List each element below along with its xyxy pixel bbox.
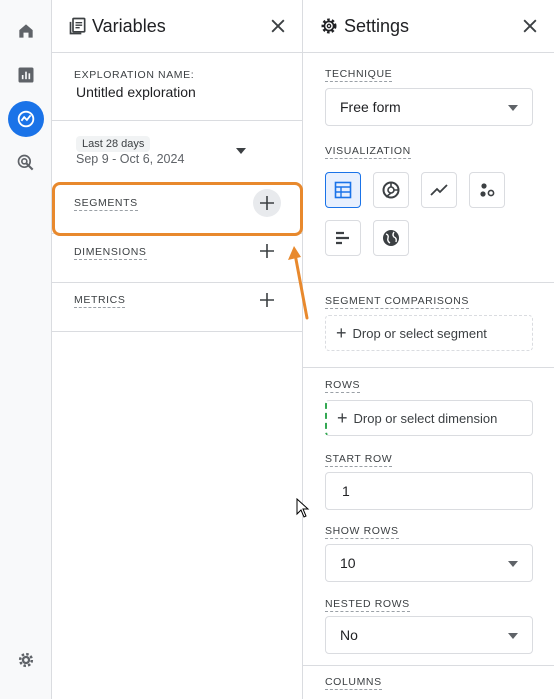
settings-gear-icon[interactable] (8, 642, 44, 678)
columns-label: COLUMNS (325, 676, 382, 690)
nested-rows-select[interactable]: No (325, 616, 533, 654)
add-metric-button[interactable] (253, 286, 281, 314)
variables-icon (69, 17, 86, 35)
nested-rows-value: No (340, 627, 358, 643)
divider (303, 665, 554, 666)
variables-panel: Variables EXPLORATION NAME: Untitled exp… (52, 0, 303, 699)
divider (52, 331, 302, 332)
settings-title: Settings (344, 16, 410, 36)
rows-drop-zone[interactable]: + Drop or select dimension (325, 400, 533, 436)
viz-bar-button[interactable] (325, 220, 361, 256)
viz-line-button[interactable] (421, 172, 457, 208)
advertising-icon[interactable] (8, 145, 44, 181)
globe-icon (383, 230, 399, 246)
metrics-label: METRICS (74, 294, 126, 308)
show-rows-value: 10 (340, 555, 356, 571)
scatter-plot-icon (480, 183, 495, 197)
dimensions-label: DIMENSIONS (74, 246, 147, 260)
plus-icon (260, 244, 274, 258)
start-row-input[interactable]: 1 (325, 472, 533, 510)
viz-scatter-button[interactable] (469, 172, 505, 208)
plus-icon (260, 293, 274, 307)
settings-header: Settings (303, 0, 554, 53)
technique-label: TECHNIQUE (325, 68, 393, 82)
divider (52, 120, 302, 121)
settings-icon (321, 18, 337, 34)
plus-icon: + (336, 322, 347, 343)
segments-highlight-box (52, 182, 303, 236)
close-icon[interactable] (520, 16, 540, 36)
explore-icon[interactable] (8, 101, 44, 137)
exploration-name-input[interactable]: Untitled exploration (76, 84, 196, 100)
divider (52, 282, 302, 283)
chevron-down-icon[interactable] (236, 148, 246, 154)
visualization-label: VISUALIZATION (325, 145, 411, 159)
bar-chart-icon (336, 231, 349, 245)
show-rows-select[interactable]: 10 (325, 544, 533, 582)
segment-drop-zone[interactable]: + Drop or select segment (325, 315, 533, 351)
divider (303, 367, 554, 368)
divider (303, 282, 554, 283)
show-rows-label: SHOW ROWS (325, 525, 399, 539)
table-icon (334, 181, 352, 199)
rows-drop-label: Drop or select dimension (353, 410, 498, 426)
viz-table-button[interactable] (325, 172, 361, 208)
chevron-down-icon (508, 105, 518, 111)
mouse-cursor-icon (296, 498, 310, 518)
segment-drop-label: Drop or select segment (352, 325, 487, 341)
variables-header: Variables (52, 0, 302, 53)
rows-label: ROWS (325, 379, 361, 393)
start-row-label: START ROW (325, 453, 393, 467)
chevron-down-icon (508, 561, 518, 567)
reports-icon[interactable] (8, 57, 44, 93)
viz-donut-button[interactable] (373, 172, 409, 208)
add-dimension-button[interactable] (253, 237, 281, 265)
exploration-name-label: EXPLORATION NAME: (74, 69, 195, 81)
plus-icon: + (337, 407, 348, 428)
technique-select[interactable]: Free form (325, 88, 533, 126)
date-preset-chip: Last 28 days (76, 136, 151, 152)
settings-panel: Settings TECHNIQUE Free form VISUALIZATI… (303, 0, 554, 699)
viz-geo-button[interactable] (373, 220, 409, 256)
technique-value: Free form (340, 99, 401, 115)
line-chart-icon (430, 184, 448, 196)
segment-comparisons-label: SEGMENT COMPARISONS (325, 295, 470, 309)
chevron-down-icon (508, 633, 518, 639)
home-icon[interactable] (8, 13, 44, 49)
variables-title: Variables (92, 16, 166, 36)
arrow-annotation (288, 246, 309, 320)
nested-rows-label: NESTED ROWS (325, 598, 410, 612)
donut-chart-icon (382, 181, 400, 199)
date-range-text[interactable]: Sep 9 - Oct 6, 2024 (76, 152, 184, 166)
left-nav-rail (0, 0, 52, 699)
close-icon[interactable] (268, 16, 288, 36)
